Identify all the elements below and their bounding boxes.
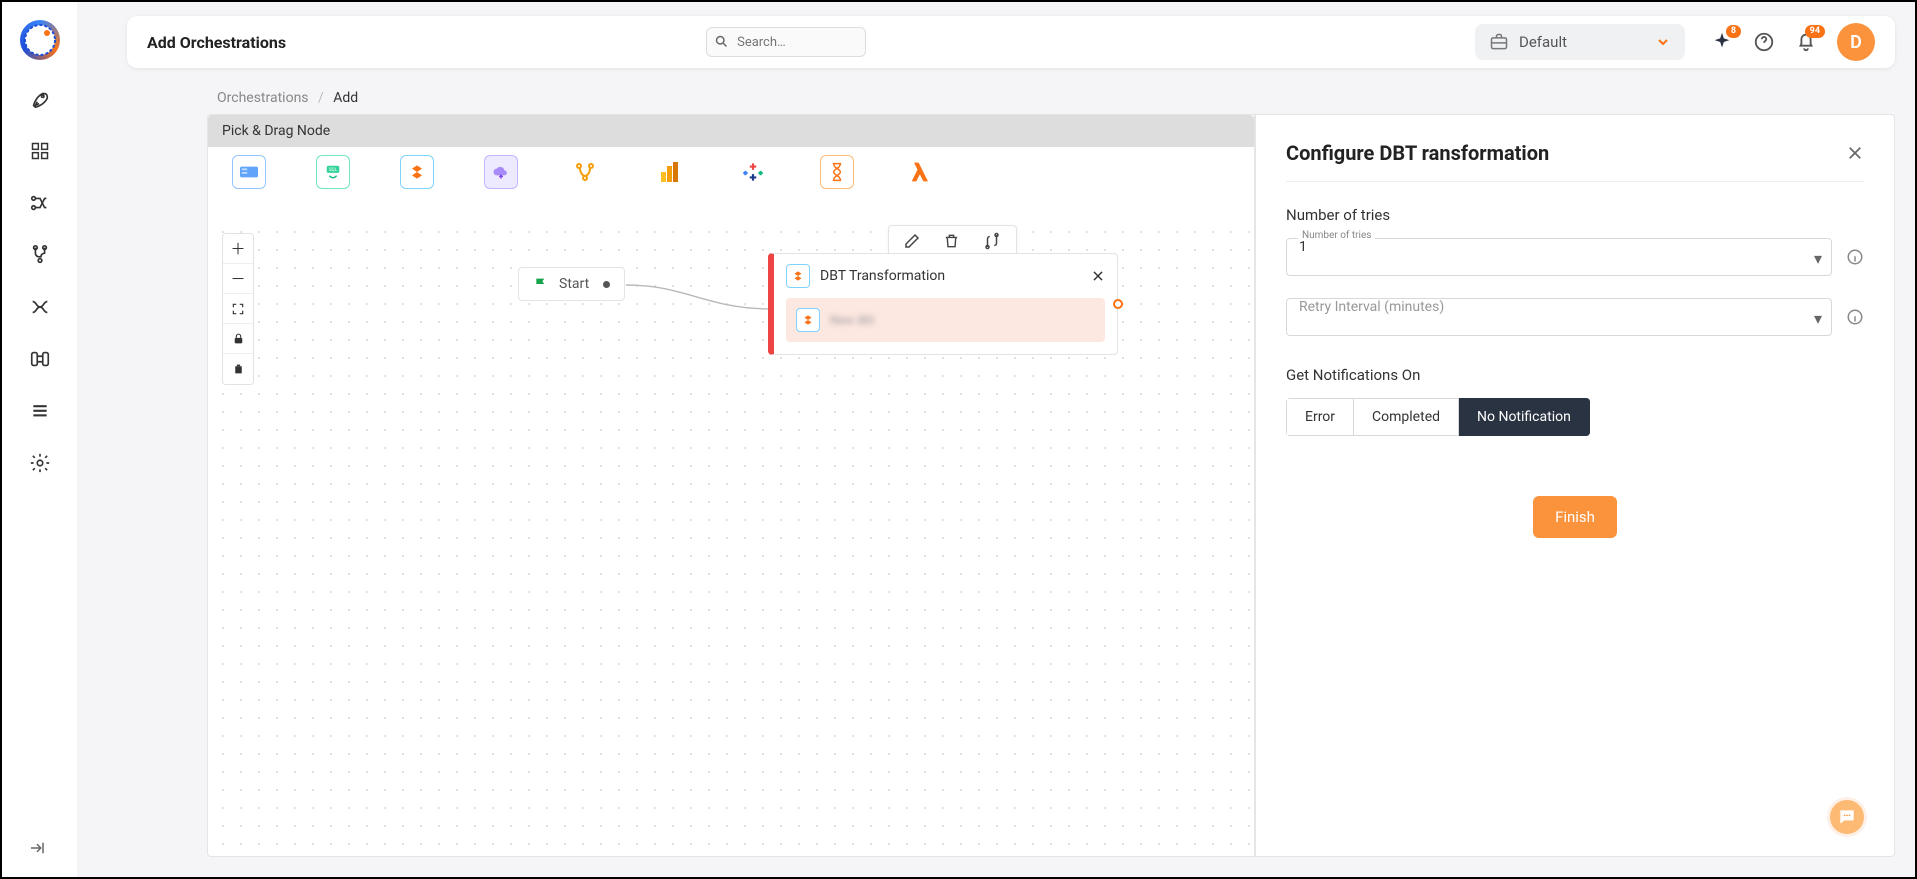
- zoom-out-button[interactable]: －: [223, 264, 253, 294]
- palette-sql-icon[interactable]: SQL: [316, 155, 350, 189]
- workspace-label: Default: [1519, 33, 1567, 51]
- palette-timer-icon[interactable]: [820, 155, 854, 189]
- palette-branch-icon[interactable]: [568, 155, 602, 189]
- notif-error-button[interactable]: Error: [1286, 398, 1354, 436]
- palette-cloud-icon[interactable]: [484, 155, 518, 189]
- dbt-icon: [786, 264, 810, 288]
- nav-settings-icon[interactable]: [27, 450, 53, 476]
- start-output-port[interactable]: [603, 281, 610, 288]
- notification-segmented: Error Completed No Notification: [1286, 398, 1590, 436]
- route-icon[interactable]: [982, 232, 1002, 250]
- finish-button[interactable]: Finish: [1533, 496, 1617, 538]
- sparkle-button[interactable]: 8: [1711, 31, 1733, 53]
- top-header: Add Orchestrations Default 8 94: [127, 16, 1895, 68]
- left-sidebar: [2, 2, 77, 877]
- retry-interval-select[interactable]: Retry Interval (minutes): [1286, 298, 1832, 336]
- nav-grid-icon[interactable]: [27, 138, 53, 164]
- nav-pipeline-icon[interactable]: [27, 190, 53, 216]
- tries-float-label: Number of tries: [1298, 230, 1375, 241]
- briefcase-icon: [1489, 32, 1509, 52]
- nav-branches-icon[interactable]: [27, 242, 53, 268]
- nav-compare-icon[interactable]: [27, 346, 53, 372]
- breadcrumb: Orchestrations / Add: [217, 90, 1915, 106]
- tries-field: Number of tries 1 ▾: [1286, 238, 1832, 276]
- edit-icon[interactable]: [903, 232, 921, 250]
- svg-text:SQL: SQL: [329, 167, 338, 173]
- user-avatar[interactable]: D: [1837, 23, 1875, 61]
- notif-none-button[interactable]: No Notification: [1459, 398, 1590, 436]
- breadcrumb-sep: /: [318, 90, 324, 106]
- palette-tableau-icon[interactable]: [736, 155, 770, 189]
- tries-info-icon[interactable]: [1846, 248, 1864, 266]
- palette-lambda-icon[interactable]: [904, 155, 938, 189]
- canvas-card: Pick & Drag Node SQL: [207, 114, 1255, 857]
- sidebar-collapse-icon[interactable]: [28, 839, 46, 857]
- flag-icon: [533, 276, 549, 292]
- node-palette: Pick & Drag Node SQL: [208, 115, 1254, 201]
- dbt-node-header: DBT Transformation: [774, 254, 1117, 298]
- fit-view-button[interactable]: [223, 294, 253, 324]
- tries-section-label: Number of tries: [1286, 206, 1864, 224]
- dbt-body-text: New dbt: [830, 313, 874, 327]
- trash-icon[interactable]: [223, 354, 253, 384]
- chat-fab[interactable]: [1827, 797, 1867, 837]
- palette-title: Pick & Drag Node: [208, 115, 1254, 147]
- breadcrumb-current: Add: [333, 90, 358, 106]
- dbt-body-icon: [796, 308, 820, 332]
- canvas-controls: ＋ －: [222, 233, 254, 385]
- notifications-button[interactable]: 94: [1795, 31, 1817, 53]
- start-node[interactable]: Start: [518, 267, 625, 301]
- notif-completed-button[interactable]: Completed: [1354, 398, 1459, 436]
- dbt-node-body[interactable]: New dbt: [786, 298, 1105, 342]
- dbt-node-close-icon[interactable]: [1091, 269, 1105, 283]
- nav-flow-icon[interactable]: [27, 294, 53, 320]
- start-node-label: Start: [559, 276, 589, 292]
- main-area: Add Orchestrations Default 8 94: [77, 2, 1915, 877]
- search-icon: [714, 34, 729, 49]
- search-wrap: [706, 27, 866, 57]
- zoom-in-button[interactable]: ＋: [223, 234, 253, 264]
- palette-data-icon[interactable]: [232, 155, 266, 189]
- palette-powerbi-icon[interactable]: [652, 155, 686, 189]
- config-panel: Configure DBT ransformation Number of tr…: [1255, 114, 1895, 857]
- notifications-badge: 94: [1805, 25, 1825, 38]
- notif-section-label: Get Notifications On: [1286, 366, 1864, 384]
- sparkle-badge: 8: [1726, 25, 1741, 38]
- app-logo[interactable]: [20, 20, 60, 60]
- delete-icon[interactable]: [943, 232, 960, 250]
- dbt-output-port[interactable]: [1113, 299, 1123, 309]
- search-input[interactable]: [706, 27, 866, 57]
- dbt-node-title: DBT Transformation: [820, 268, 1081, 284]
- retry-info-icon[interactable]: [1846, 308, 1864, 326]
- dbt-transformation-node[interactable]: DBT Transformation New dbt: [768, 253, 1118, 355]
- breadcrumb-root[interactable]: Orchestrations: [217, 90, 309, 106]
- workspace: Pick & Drag Node SQL: [207, 114, 1895, 857]
- workspace-select[interactable]: Default: [1475, 24, 1685, 60]
- retry-interval-field: Retry Interval (minutes) ▾: [1286, 298, 1832, 336]
- tries-select[interactable]: 1: [1286, 238, 1832, 276]
- chevron-down-icon: [1655, 34, 1671, 50]
- nav-rocket-icon[interactable]: [27, 86, 53, 112]
- panel-separator: [1286, 181, 1864, 182]
- panel-title: Configure DBT ransformation: [1286, 141, 1549, 165]
- nav-list-icon[interactable]: [27, 398, 53, 424]
- help-button[interactable]: [1753, 31, 1775, 53]
- page-title: Add Orchestrations: [147, 33, 286, 52]
- lock-icon[interactable]: [223, 324, 253, 354]
- palette-row: SQL: [208, 147, 1254, 201]
- panel-close-icon[interactable]: [1846, 144, 1864, 162]
- palette-dbt-icon[interactable]: [400, 155, 434, 189]
